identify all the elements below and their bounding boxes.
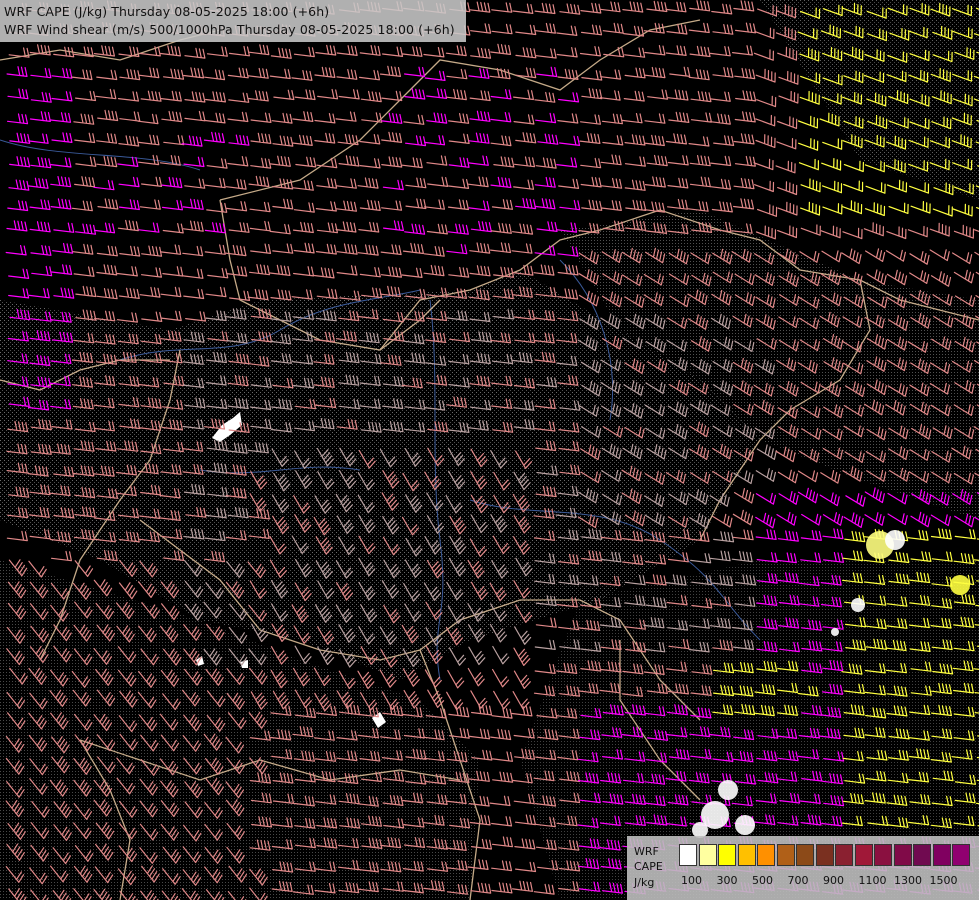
legend-tick-label: 300 [716, 874, 738, 887]
weather-map [0, 0, 979, 900]
legend-swatch [757, 844, 775, 866]
cape-legend: WRF CAPE J/kg 100 300 500 700 900 1100 1300 150… [627, 836, 979, 900]
cape-patch [885, 530, 905, 550]
legend-model: WRF [634, 845, 659, 858]
legend-field: CAPE [634, 860, 663, 873]
legend-tick-label: 1500 [929, 874, 958, 887]
legend-swatch [932, 844, 951, 866]
cape-patch [950, 575, 970, 595]
legend-swatch [874, 844, 892, 866]
legend-swatch [718, 844, 736, 866]
legend-tick-label: 100 [681, 874, 702, 887]
cape-patch [735, 815, 755, 835]
cape-patch [718, 780, 738, 800]
legend-swatch [893, 844, 912, 866]
legend-swatch [776, 844, 795, 866]
cape-patch [831, 628, 839, 636]
legend-swatch [835, 844, 853, 866]
legend-unit: J/kg [634, 876, 655, 889]
legend-tick-label: 1100 [858, 874, 887, 887]
legend-swatch [815, 844, 834, 866]
map-title-box: WRF CAPE (J/kg) Thursday 08-05-2025 18:0… [0, 0, 466, 42]
cape-title: WRF CAPE (J/kg) Thursday 08-05-2025 18:0… [4, 4, 330, 19]
legend-tick-label: 700 [787, 874, 809, 887]
legend-tick-label: 500 [752, 874, 773, 887]
legend-swatch [854, 844, 873, 866]
legend-tick-label: 900 [823, 874, 844, 887]
legend-swatch [913, 844, 931, 866]
wind-shear-title: WRF Wind shear (m/s) 500/1000hPa Thursda… [4, 22, 455, 37]
legend-swatch [737, 844, 756, 866]
legend-swatch [952, 844, 970, 866]
cape-patch [851, 598, 865, 612]
legend-tick-label: 1300 [894, 874, 922, 887]
legend-swatch [679, 844, 697, 866]
legend-swatch [796, 844, 814, 866]
legend-swatch [698, 844, 717, 866]
